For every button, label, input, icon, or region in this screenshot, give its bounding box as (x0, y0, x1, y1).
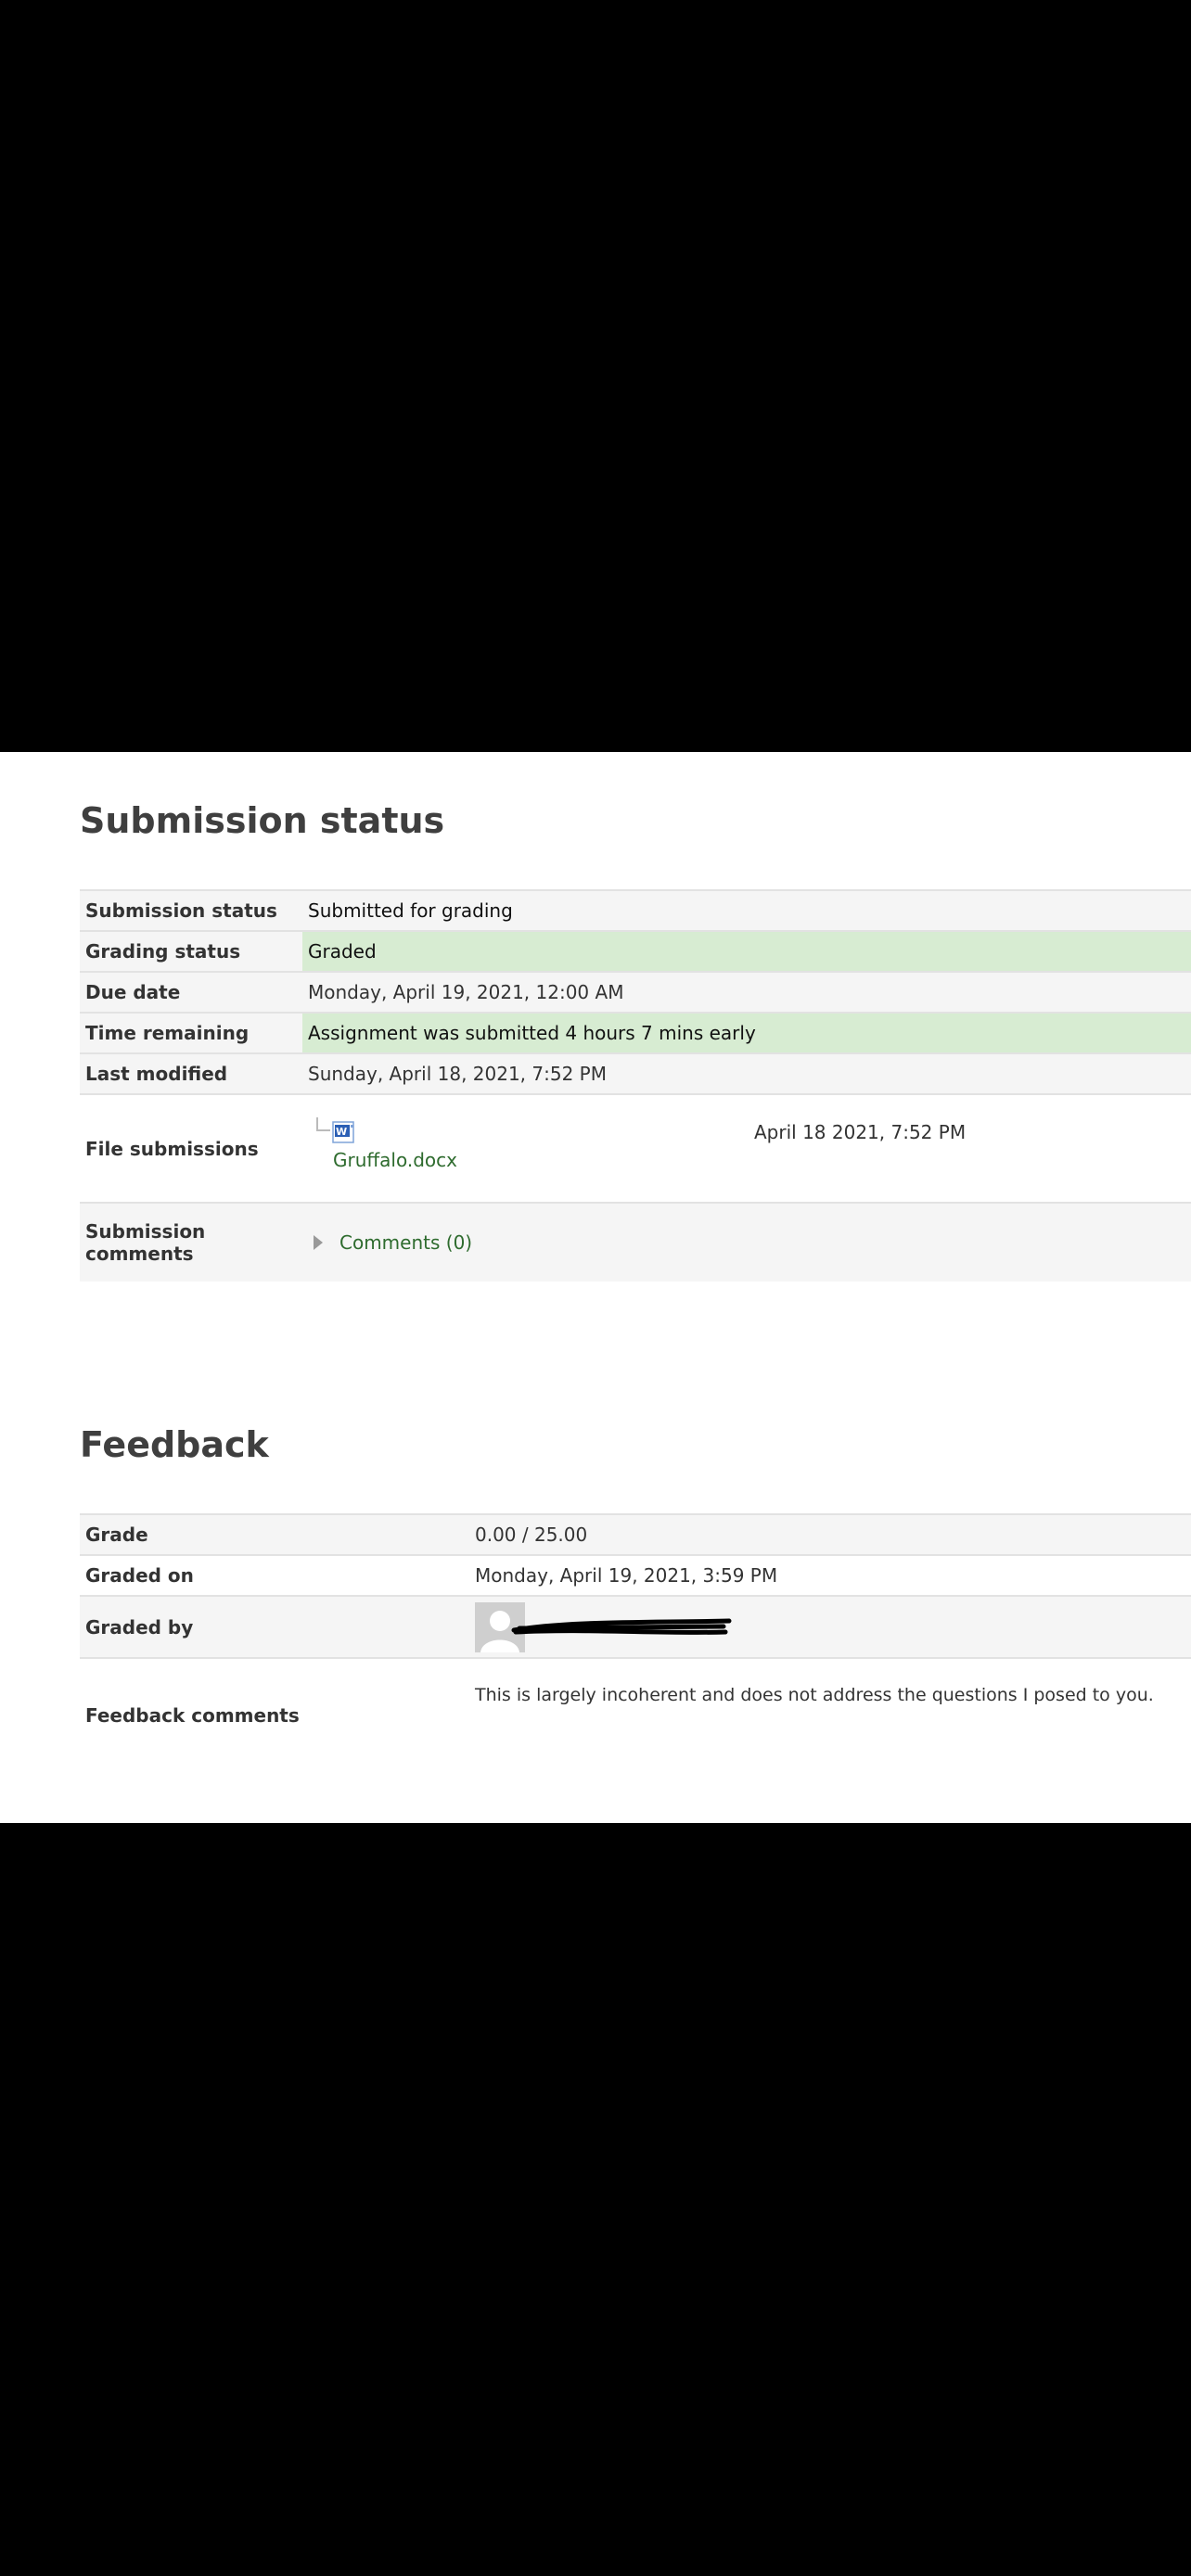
comments-link[interactable]: Comments (0) (339, 1231, 472, 1254)
row-file-submissions: File submissions W Gruffalo.docx April 1… (80, 1095, 1191, 1204)
graded-on-value: Monday, April 19, 2021, 3:59 PM (475, 1564, 778, 1587)
row-submission-status: Submission status Submitted for grading (80, 891, 1191, 932)
grade-value: 0.00 / 25.00 (475, 1524, 588, 1546)
feedback-comments-value: This is largely incoherent and does not … (475, 1685, 1154, 1705)
row-grade: Grade 0.00 / 25.00 (80, 1515, 1191, 1556)
file-submitted-date: April 18 2021, 7:52 PM (754, 1121, 967, 1143)
row-graded-on: Graded on Monday, April 19, 2021, 3:59 P… (80, 1556, 1191, 1597)
tree-connector-icon (316, 1117, 330, 1131)
row-due-date: Due date Monday, April 19, 2021, 12:00 A… (80, 973, 1191, 1014)
submission-comments-value: Comments (0) (302, 1204, 1191, 1282)
graded-by-value (469, 1597, 1191, 1657)
assignment-page: Submission status Submission status Subm… (0, 752, 1191, 1823)
feedback-heading: Feedback (80, 1424, 269, 1465)
grading-status-label: Grading status (80, 932, 302, 971)
feedback-comments-label: Feedback comments (85, 1704, 300, 1727)
row-submission-comments: Submission comments Comments (0) (80, 1204, 1191, 1282)
file-submissions-label: File submissions (85, 1137, 259, 1160)
submission-status-value: Submitted for grading (308, 899, 513, 922)
feedback-table: Grade 0.00 / 25.00 Graded on Monday, Apr… (80, 1513, 1191, 1748)
submission-status-heading: Submission status (80, 800, 445, 841)
row-grading-status: Grading status Graded (80, 932, 1191, 973)
last-modified-label: Last modified (85, 1063, 228, 1085)
due-date-value: Monday, April 19, 2021, 12:00 AM (308, 981, 624, 1003)
graded-on-label: Graded on (85, 1564, 194, 1587)
row-feedback-comments: Feedback comments This is largely incohe… (80, 1659, 1191, 1748)
submission-status-table: Submission status Submitted for grading … (80, 889, 1191, 1282)
graded-by-label: Graded by (85, 1615, 194, 1639)
last-modified-value: Sunday, April 18, 2021, 7:52 PM (308, 1063, 607, 1085)
file-submissions-value: W Gruffalo.docx April 18 2021, 7:52 PM (302, 1095, 1191, 1202)
submission-status-label: Submission status (85, 899, 277, 922)
time-remaining-value: Assignment was submitted 4 hours 7 mins … (302, 1014, 1191, 1052)
row-time-remaining: Time remaining Assignment was submitted … (80, 1014, 1191, 1054)
expand-triangle-icon[interactable] (314, 1235, 323, 1250)
grading-status-value: Graded (302, 932, 1191, 971)
time-remaining-label: Time remaining (80, 1014, 302, 1052)
submission-comments-label: Submission comments (85, 1220, 206, 1265)
redaction-scribble (511, 1618, 732, 1635)
due-date-label: Due date (85, 981, 181, 1003)
file-link-gruffalo[interactable]: Gruffalo.docx (333, 1149, 457, 1171)
row-last-modified: Last modified Sunday, April 18, 2021, 7:… (80, 1054, 1191, 1095)
word-doc-icon[interactable]: W (332, 1121, 356, 1143)
row-graded-by: Graded by (80, 1597, 1191, 1659)
grade-label: Grade (85, 1524, 148, 1546)
svg-text:W: W (336, 1126, 347, 1138)
